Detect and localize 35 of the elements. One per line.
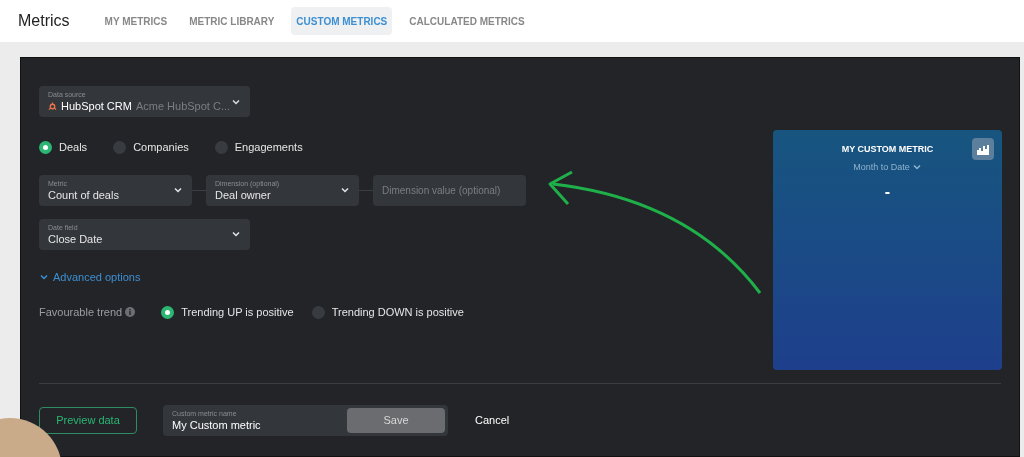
trend-label: Favourable trend [39,305,123,320]
radio-label: Trending DOWN is positive [331,305,464,320]
tab[interactable]: METRIC LIBRARY [184,7,280,35]
field-value: Count of deals [48,189,119,201]
tab[interactable]: MY METRICS [99,7,173,35]
radio-button[interactable] [311,305,325,319]
chart-toggle-button[interactable] [972,138,994,160]
field-value: My Custom metric [172,419,261,431]
radio-label: Engagements [234,140,303,155]
info-icon [125,307,136,318]
metric-value: - [884,182,891,202]
field-value: HubSpot CRM [61,101,132,112]
sprocket-icon [48,102,57,111]
radio-label: Deals [59,140,88,155]
tab[interactable]: CALCULATED METRICS [404,7,530,35]
radio-button[interactable] [113,140,127,154]
chevron-icon [173,185,183,195]
radio-label: Companies [133,140,189,155]
radio-label: Trending UP is positive [181,305,294,320]
radio-button[interactable] [39,140,52,154]
field-value: Deal owner [215,189,272,201]
page-title: Metrics [18,11,70,31]
field-value: Close Date [48,233,103,245]
chevron-icon [340,185,350,195]
bar-chart-icon [976,143,990,155]
cancel-button[interactable]: Cancel [475,411,510,429]
radio-button[interactable] [161,305,175,319]
advanced-options-toggle[interactable]: Advanced options [39,268,141,285]
dimension-value-field[interactable]: Dimension value (optional) [373,174,526,206]
account-name: Acme HubSpot C... [135,101,231,112]
radio-button[interactable] [214,140,228,154]
preview-title: MY CUSTOM METRIC [841,143,934,156]
save-button[interactable]: Save [347,407,445,433]
chevron-icon [231,229,241,239]
period-dropdown[interactable]: Month to Date [853,160,922,174]
